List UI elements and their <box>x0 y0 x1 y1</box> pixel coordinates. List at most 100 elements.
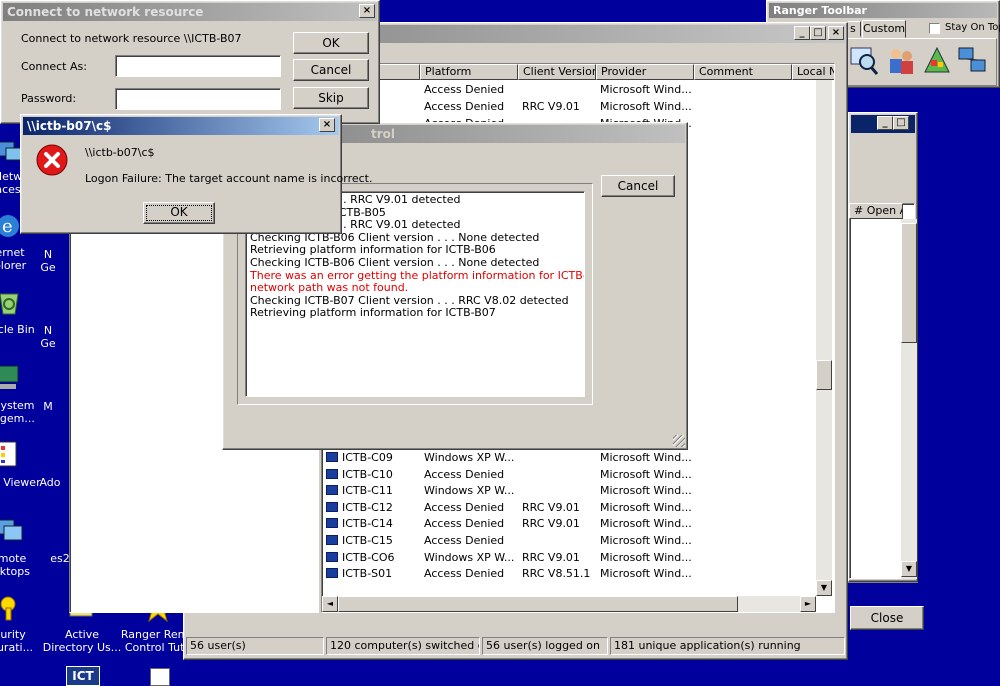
main-minimize-button[interactable]: _ <box>794 26 810 40</box>
resize-grip[interactable] <box>673 435 685 447</box>
cell-version: RRC V9.01 <box>522 550 580 564</box>
table-row[interactable]: ICTB-S01 Access Denied RRC V8.51.1 Microsof… <box>322 566 816 582</box>
table-row[interactable]: ICTB-C11 Windows XP W... Microsoft Wind... <box>322 483 816 499</box>
table-row[interactable]: ICTB-C10 Access Denied Microsoft Wind... <box>322 467 816 483</box>
connect-ok-button[interactable]: OK <box>293 32 369 54</box>
tab-custom[interactable]: Custom <box>862 20 906 38</box>
ranger-toolbar-titlebar[interactable]: Ranger Toolbar <box>769 3 997 18</box>
stay-on-top-checkbox[interactable] <box>929 23 940 34</box>
desktop-partial-label-2: N Ge <box>40 324 56 350</box>
connect-skip-button[interactable]: Skip <box>293 87 369 109</box>
recycle-bin-icon[interactable] <box>0 286 26 318</box>
desktop-label-active-directory: Active Directory Us... <box>42 628 122 654</box>
list-scroll-down-arrow[interactable]: ▼ <box>816 580 832 596</box>
cell-name: ICTB-C15 <box>326 533 418 549</box>
cell-platform: Access Denied <box>424 467 505 481</box>
cell-name: ICTB-CO6 <box>326 550 418 566</box>
remote-desktops-icon[interactable] <box>0 514 26 546</box>
system-management-icon[interactable] <box>0 362 26 394</box>
computer-icon <box>326 535 338 545</box>
minimize-button[interactable]: _ <box>877 116 893 130</box>
table-row[interactable]: ICTB-CO6 Windows XP W... RRC V9.01 Microsof… <box>322 550 816 566</box>
connect-cancel-button[interactable]: Cancel <box>293 59 369 81</box>
cell-platform: Access Denied <box>424 100 505 113</box>
stay-on-top-label: Stay On Top <box>945 22 1000 33</box>
cell-provider: Microsoft Wind... <box>600 500 692 514</box>
column-open-apps[interactable]: # Open App <box>849 203 903 219</box>
error-icon <box>35 143 69 177</box>
error-message: Logon Failure: The target account name i… <box>85 172 373 185</box>
table-row[interactable]: ICTB-C09 Windows XP W... Microsoft Wind... <box>322 450 816 466</box>
table-row[interactable]: ICTB-C14 Access Denied RRC V9.01 Microsoft … <box>322 516 816 532</box>
error-path: \\ictb-b07\c$ <box>85 146 155 159</box>
column-provider[interactable]: Provider <box>596 64 694 80</box>
cell-provider: Microsoft Wind... <box>600 83 692 96</box>
error-dialog-titlebar[interactable]: \\ictb-b07\c$ <box>23 117 339 135</box>
cell-name: ICTB-S01 <box>326 566 418 582</box>
table-row[interactable]: L2 Access Denied Microsoft Wind... <box>322 82 832 98</box>
log-line: Retrieving platform information for ICTB… <box>250 306 496 320</box>
document-icon[interactable] <box>150 668 170 686</box>
cell-provider: Microsoft Wind... <box>600 534 692 547</box>
cell-name: ICTB-C14 <box>326 516 418 532</box>
connect-close-button[interactable]: × <box>359 4 375 18</box>
log-line-error: network path was not found. <box>250 281 409 295</box>
connect-as-label: Connect As: <box>21 60 87 73</box>
list-hscroll-thumb[interactable] <box>338 596 738 612</box>
back-window: _ □ # Open App ▼ <box>848 112 918 582</box>
svg-text:e: e <box>2 216 13 237</box>
close-button[interactable]: Close <box>850 606 924 630</box>
desktop-partial-label-3: M <box>43 400 53 413</box>
error-ok-button[interactable]: OK <box>143 202 215 224</box>
scroll-right-arrow[interactable]: ► <box>800 596 816 612</box>
ict-icon[interactable]: ICT <box>66 666 100 686</box>
table-row[interactable]: ICTB-C12 Access Denied RRC V9.01 Microsoft … <box>322 500 816 516</box>
table-row[interactable]: L3 Access Denied RRC V9.01 Microsoft Win… <box>322 99 832 115</box>
column-comment[interactable]: Comment <box>694 64 792 80</box>
users-icon[interactable] <box>885 44 917 78</box>
computer-icon <box>326 501 338 512</box>
error-close-button[interactable]: × <box>319 118 335 132</box>
list-vertical-scrollbar[interactable] <box>816 80 832 596</box>
tab-partial[interactable]: s <box>847 21 861 37</box>
error-dialog: \\ictb-b07\c$ × \\ictb-b07\c$ Logon Fail… <box>20 114 372 234</box>
log-line: Checking ICTB-B06 Client version . . . N… <box>250 255 540 269</box>
applications-icon[interactable] <box>921 44 953 78</box>
column-client-version[interactable]: Client Version <box>518 64 596 80</box>
cell-provider: Microsoft Wind... <box>600 517 692 531</box>
cell-name: ICTB-C10 <box>326 467 418 483</box>
cell-version: RRC V8.51.1 <box>522 567 591 581</box>
cell-version: RRC V9.01 <box>522 100 580 113</box>
event-viewer-icon[interactable] <box>0 438 26 470</box>
maximize-button[interactable]: □ <box>893 116 909 130</box>
security-config-icon[interactable] <box>0 592 26 624</box>
cell-provider: Microsoft Wind... <box>600 567 692 581</box>
cell-platform: Access Denied <box>424 517 505 531</box>
column-local-name[interactable]: Local N <box>792 64 834 80</box>
main-close-button[interactable]: × <box>828 26 844 40</box>
search-computer-icon[interactable] <box>849 44 881 78</box>
connect-as-input[interactable] <box>115 55 281 77</box>
cell-platform: Windows XP W... <box>424 484 515 498</box>
password-input[interactable] <box>115 88 281 110</box>
connect-prompt: Connect to network resource \\ICTB-B07 <box>21 32 242 45</box>
scroll-down-arrow[interactable]: ▼ <box>901 561 917 577</box>
column-platform[interactable]: Platform <box>420 64 518 80</box>
computer-icon <box>326 518 338 529</box>
main-maximize-button[interactable]: □ <box>810 26 826 40</box>
progress-cancel-button[interactable]: Cancel <box>601 175 675 197</box>
scroll-left-arrow[interactable]: ◄ <box>322 596 338 612</box>
connect-dialog-titlebar[interactable]: Connect to network resource <box>3 3 377 21</box>
computer-icon <box>326 551 338 562</box>
list-scroll-thumb[interactable] <box>816 360 832 390</box>
desktop-partial-label-4: Ado <box>39 476 61 489</box>
cell-version: RRC V9.01 <box>522 517 580 531</box>
back-window-scroll-thumb[interactable] <box>901 223 917 343</box>
network-tools-icon[interactable] <box>957 44 989 78</box>
status-computers: 120 computer(s) switched on <box>326 637 480 655</box>
table-row[interactable]: ICTB-C15 Access Denied Microsoft Wind... <box>322 533 816 549</box>
cell-platform: Access Denied <box>424 567 505 581</box>
cell-provider: Microsoft Wind... <box>600 451 692 464</box>
right-panel-bottom <box>848 582 918 583</box>
password-label: Password: <box>21 92 77 105</box>
